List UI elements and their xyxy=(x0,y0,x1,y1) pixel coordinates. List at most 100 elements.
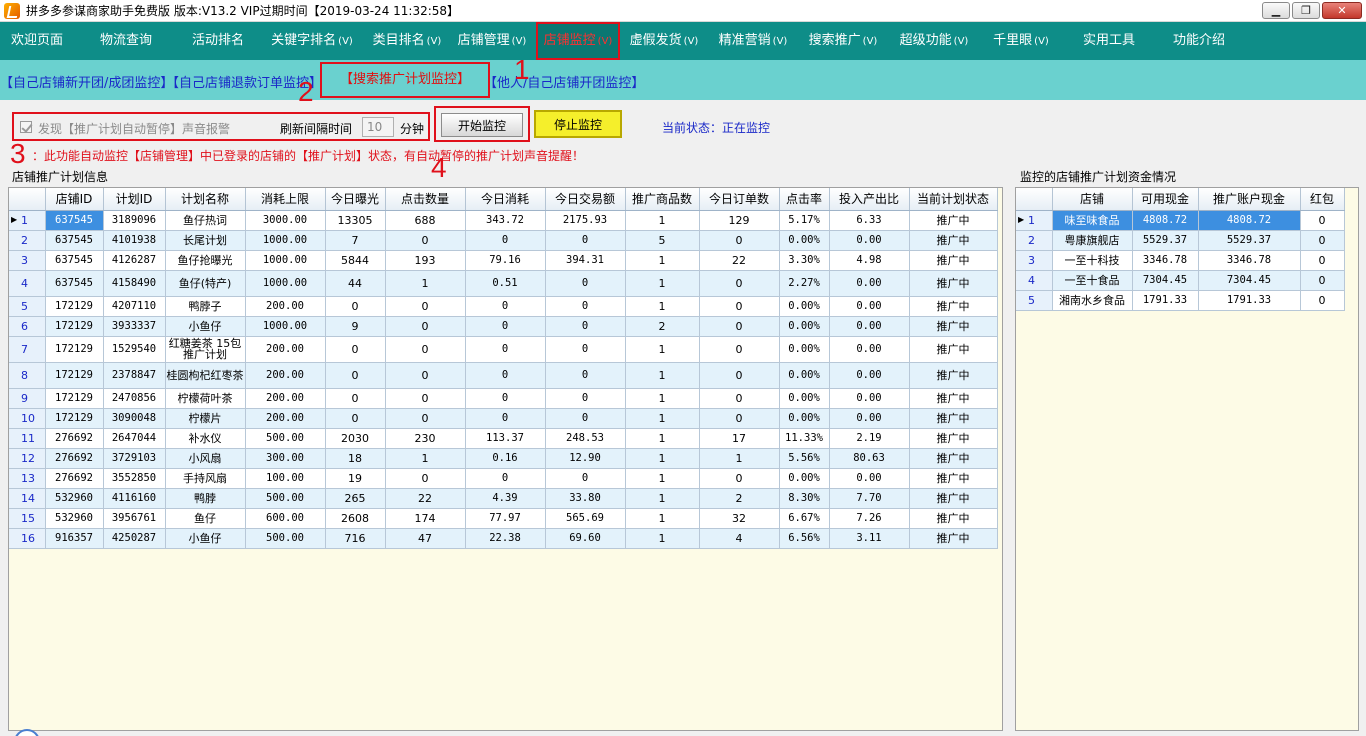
menu-item-welcome[interactable]: 欢迎页面 xyxy=(0,22,74,60)
table-cell: 1 xyxy=(625,408,700,429)
row-number[interactable]: 1 xyxy=(9,210,46,231)
column-header[interactable]: 今日曝光 xyxy=(325,188,386,211)
table-cell: 0 xyxy=(325,336,386,363)
table-cell: 1 xyxy=(699,448,780,469)
row-number[interactable]: 9 xyxy=(9,388,46,409)
table-cell: 0.00% xyxy=(779,468,830,489)
table-cell: 69.60 xyxy=(545,528,626,549)
menu-item-super-functions[interactable]: 超级功能 (V) xyxy=(888,22,980,60)
tab-search-plan-monitor[interactable]: 【搜索推广计划监控】 xyxy=(320,62,491,98)
menu-item-category-rank[interactable]: 类目排名 (V) xyxy=(366,22,448,60)
interval-input[interactable] xyxy=(362,117,394,137)
restore-icon[interactable]: ❐ xyxy=(1292,2,1320,19)
column-header[interactable]: 推广商品数 xyxy=(625,188,700,211)
table-row[interactable]: 4 一至十食品 7304.45 7304.45 0 xyxy=(1016,270,1345,291)
table-row[interactable]: 9 172129 2470856 柠檬荷叶茶 200.00 0 0 0 0 1 0 0.00% 0.00… xyxy=(9,388,998,409)
row-number[interactable]: 3 xyxy=(9,250,46,271)
minimize-icon[interactable]: ▁ xyxy=(1262,2,1290,19)
menu-item-shop-monitor[interactable]: 店铺监控 (V) xyxy=(536,22,620,60)
window-controls: ▁ ❐ ✕ xyxy=(1262,2,1362,19)
table-row[interactable]: 2 637545 4101938 长尾计划 1000.00 7 0 0 0 5 0 0.00% 0.00… xyxy=(9,230,998,251)
column-header[interactable]: 红包 xyxy=(1300,188,1345,211)
column-header[interactable]: 今日消耗 xyxy=(465,188,546,211)
column-header[interactable]: 点击数量 xyxy=(385,188,466,211)
row-number[interactable]: 11 xyxy=(9,428,46,449)
row-number[interactable]: 2 xyxy=(9,230,46,251)
column-header[interactable]: 店铺 xyxy=(1052,188,1133,211)
table-row[interactable]: 1味至味食品4808.724808.720 xyxy=(1016,210,1345,231)
row-number[interactable]: 4 xyxy=(1016,270,1053,291)
table-cell: 79.16 xyxy=(465,250,546,271)
table-row[interactable]: 13 276692 3552850 手持风扇 100.00 19 0 0 0 1 0 0.00% 0.0… xyxy=(9,468,998,489)
table-row[interactable]: 4 637545 4158490 鱼仔(特产) 1000.00 44 1 0.51 0 1 0 2.2… xyxy=(9,270,998,297)
table-row[interactable]: 7 172129 1529540 红糖姜茶 15包推广计划 200.00 0 0 0 0 1 0 0.… xyxy=(9,336,998,363)
table-row[interactable]: 2 粤康旗舰店 5529.37 5529.37 0 xyxy=(1016,230,1345,251)
table-row[interactable]: 14 532960 4116160 鸭脖 500.00 265 22 4.39 33.80 1 2 8… xyxy=(9,488,998,509)
column-header[interactable]: 可用现金 xyxy=(1132,188,1199,211)
table-cell: 500.00 xyxy=(245,428,326,449)
table-row[interactable]: 5 172129 4207110 鸭脖子 200.00 0 0 0 0 1 0 0.00% 0.00 推广… xyxy=(9,296,998,317)
main-menu: 欢迎页面 物流查询 活动排名 关键字排名 (V) 类目排名 (V) 店铺管理 (V) … xyxy=(0,22,1366,60)
menu-item-search-promotion[interactable]: 搜索推广 (V) xyxy=(798,22,888,60)
table-row[interactable]: 16375453189096鱼仔热词3000.0013305688343.722… xyxy=(9,210,998,231)
row-number[interactable]: 12 xyxy=(9,448,46,469)
table-cell: 47 xyxy=(385,528,466,549)
table-cell: 2030 xyxy=(325,428,386,449)
table-row[interactable]: 3 637545 4126287 鱼仔抢曝光 1000.00 5844 193 79.16 39… xyxy=(9,250,998,271)
table-cell: 200.00 xyxy=(245,296,326,317)
column-header[interactable]: 今日订单数 xyxy=(699,188,780,211)
menu-item-utilities[interactable]: 实用工具 xyxy=(1062,22,1156,60)
table-row[interactable]: 3 一至十科技 3346.78 3346.78 0 xyxy=(1016,250,1345,271)
row-number[interactable]: 13 xyxy=(9,468,46,489)
table-row[interactable]: 5 湘南水乡食品 1791.33 1791.33 0 xyxy=(1016,290,1345,311)
row-number[interactable]: 6 xyxy=(9,316,46,337)
row-number[interactable]: 14 xyxy=(9,488,46,509)
table-row[interactable]: 16 916357 4250287 小鱼仔 500.00 716 47 22.38 69.60 1… xyxy=(9,528,998,549)
start-monitor-button[interactable]: 开始监控 xyxy=(441,113,523,137)
row-number[interactable]: 3 xyxy=(1016,250,1053,271)
row-number[interactable]: 8 xyxy=(9,362,46,389)
table-row[interactable]: 11 276692 2647044 补水仪 500.00 2030 230 113.37 248… xyxy=(9,428,998,449)
row-number[interactable]: 15 xyxy=(9,508,46,529)
menu-item-keyword-rank[interactable]: 关键字排名 (V) xyxy=(258,22,366,60)
stop-monitor-button[interactable]: 停止监控 xyxy=(534,110,622,138)
menu-item-precision-marketing[interactable]: 精准营销 (V) xyxy=(708,22,798,60)
menu-item-clairvoyance[interactable]: 千里眼 (V) xyxy=(980,22,1062,60)
table-cell: 0.00% xyxy=(779,388,830,409)
sound-alert-checkbox[interactable] xyxy=(20,121,32,133)
column-header[interactable]: 消耗上限 xyxy=(245,188,326,211)
row-number[interactable]: 16 xyxy=(9,528,46,549)
table-row[interactable]: 12 276692 3729103 小风扇 300.00 18 1 0.16 12.90 1 1 5.… xyxy=(9,448,998,469)
menu-item-activity-rank[interactable]: 活动排名 xyxy=(178,22,258,60)
menu-item-logistics[interactable]: 物流查询 xyxy=(74,22,178,60)
table-cell: 鸭脖 xyxy=(165,488,246,509)
table-row[interactable]: 10 172129 3090048 柠檬片 200.00 0 0 0 0 1 0 0.00% 0.00 推… xyxy=(9,408,998,429)
table-row[interactable]: 8 172129 2378847 桂圆枸杞红枣茶 200.00 0 0 0 0 1 0 0.00% 0.… xyxy=(9,362,998,389)
table-cell: 鱼仔(特产) xyxy=(165,270,246,297)
column-header[interactable]: 今日交易额 xyxy=(545,188,626,211)
row-number[interactable]: 2 xyxy=(1016,230,1053,251)
tab-open-group-monitor[interactable]: 【他人/自己店铺开团监控】 xyxy=(484,72,644,91)
table-cell: 推广中 xyxy=(909,270,998,297)
row-number[interactable]: 1 xyxy=(1016,210,1053,231)
table-cell: 265 xyxy=(325,488,386,509)
menu-item-fake-shipping[interactable]: 虚假发货 (V) xyxy=(620,22,708,60)
column-header[interactable]: 投入产出比 xyxy=(829,188,910,211)
column-header[interactable]: 计划名称 xyxy=(165,188,246,211)
table-row[interactable]: 6 172129 3933337 小鱼仔 1000.00 9 0 0 0 2 0 0.00% 0.00 推… xyxy=(9,316,998,337)
menu-item-feature-intro[interactable]: 功能介绍 xyxy=(1156,22,1242,60)
close-icon[interactable]: ✕ xyxy=(1322,2,1362,19)
row-number[interactable]: 10 xyxy=(9,408,46,429)
column-header[interactable]: 推广账户现金 xyxy=(1198,188,1301,211)
tab-new-group-monitor[interactable]: 【自己店铺新开团/成团监控】 xyxy=(0,72,173,91)
row-number[interactable]: 5 xyxy=(1016,290,1053,311)
row-number[interactable]: 4 xyxy=(9,270,46,297)
row-number[interactable]: 5 xyxy=(9,296,46,317)
table-cell: 推广中 xyxy=(909,296,998,317)
table-row[interactable]: 15 532960 3956761 鱼仔 600.00 2608 174 77.97 565.6… xyxy=(9,508,998,529)
column-header[interactable]: 计划ID xyxy=(103,188,166,211)
column-header[interactable]: 店铺ID xyxy=(45,188,104,211)
column-header[interactable]: 点击率 xyxy=(779,188,830,211)
column-header[interactable]: 当前计划状态 xyxy=(909,188,998,211)
row-number[interactable]: 7 xyxy=(9,336,46,363)
